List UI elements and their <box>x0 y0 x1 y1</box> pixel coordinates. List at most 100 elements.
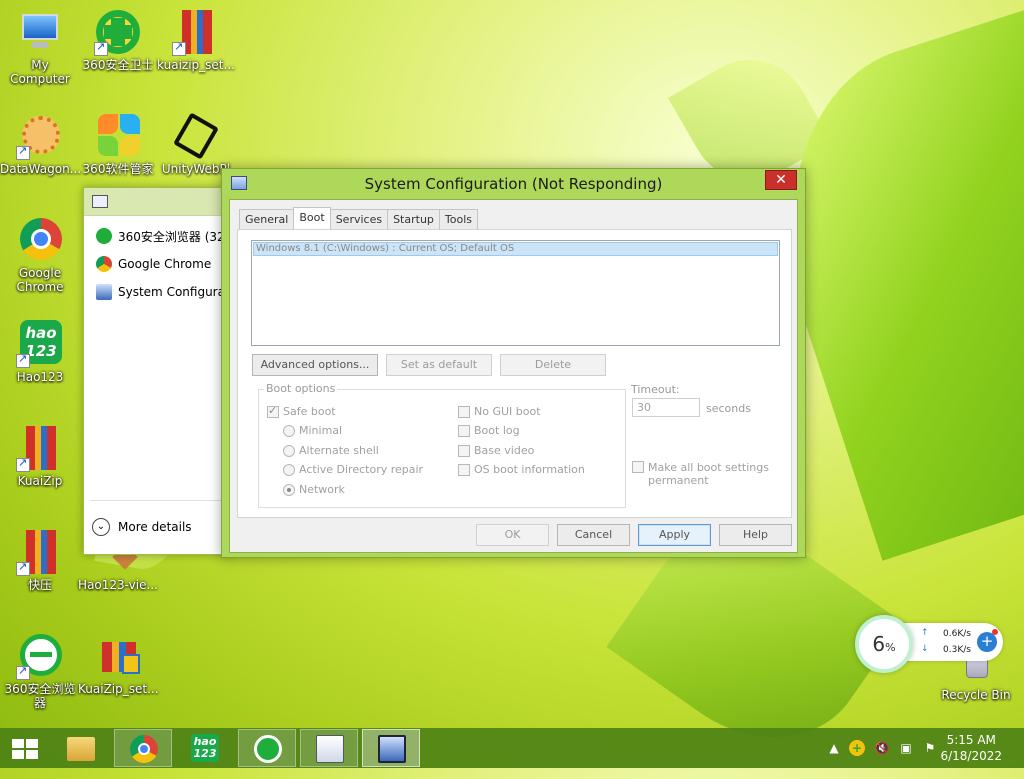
taskbar-google-chrome[interactable] <box>114 729 172 767</box>
desktop-icon-datawagon[interactable]: DataWagon... <box>0 112 82 176</box>
alternate-shell-radio[interactable]: Alternate shell <box>283 444 379 457</box>
radio-circle <box>283 424 295 437</box>
task-manager-window[interactable]: 360安全浏览器 (32 Google Chrome System Config… <box>83 187 233 555</box>
360-safe-tray-icon[interactable]: + <box>849 740 865 756</box>
desktop-icon-label: kuaizip_set... <box>157 58 235 72</box>
hao123-icon: hao 123 <box>191 734 219 762</box>
upload-speed: 0.6K/s <box>943 629 971 639</box>
desktop-icon-label: 360软件管家 <box>82 162 154 176</box>
checkbox-box <box>458 405 470 418</box>
dialog-body: General Boot Services Startup Tools Wind… <box>229 199 798 553</box>
hao123-icon: hao 123 <box>16 320 64 368</box>
360-safe-icon <box>94 8 142 56</box>
network-speed-widget[interactable]: ↑ 0.6K/s ↓ 0.3K/s + 6% <box>855 615 1005 673</box>
datawagon-icon <box>16 112 64 160</box>
desktop-icon-label: KuaiZip <box>17 474 63 488</box>
network-icon[interactable]: ▣ <box>898 740 914 756</box>
task-manager-row[interactable]: 360安全浏览器 (32 <box>84 222 232 250</box>
desktop-icon-hao123[interactable]: hao123 Hao123 <box>0 320 80 384</box>
ok-button[interactable]: OK <box>476 524 549 546</box>
timeout-input[interactable]: 30 <box>632 398 700 417</box>
desktop-icon-google-chrome[interactable]: Google Chrome <box>0 216 80 294</box>
os-boot-information-checkbox[interactable]: OS boot information <box>458 463 585 476</box>
safe-boot-checkbox[interactable]: Safe boot <box>267 404 336 418</box>
permanent-label-line2: permanent <box>648 474 709 487</box>
system-configuration-dialog[interactable]: System Configuration (Not Responding) ✕ … <box>221 168 806 558</box>
tab-tools[interactable]: Tools <box>438 209 479 229</box>
tab-general[interactable]: General <box>239 209 295 229</box>
boot-options-legend: Boot options <box>264 382 338 395</box>
kuaizip-setup-icon <box>94 632 142 680</box>
chrome-icon <box>130 735 158 763</box>
boot-log-checkbox[interactable]: Boot log <box>458 424 520 437</box>
os-list-item[interactable]: Windows 8.1 (C:\Windows) : Current OS; D… <box>253 242 778 256</box>
notification-dot <box>992 629 998 635</box>
taskbar-hao123[interactable]: hao 123 <box>176 729 234 767</box>
network-radio[interactable]: Network <box>283 483 345 496</box>
taskbar-file-explorer[interactable] <box>52 729 110 767</box>
action-center-flag-icon[interactable]: ⚑ <box>922 740 938 756</box>
volume-muted-icon[interactable]: 🔇 <box>874 740 890 756</box>
desktop-icon-kuaiya[interactable]: 快压 <box>0 528 80 592</box>
help-button[interactable]: Help <box>719 524 792 546</box>
active-directory-repair-radio[interactable]: Active Directory repair <box>283 463 423 476</box>
set-as-default-button[interactable]: Set as default <box>386 354 492 376</box>
task-manager-row-label: Google Chrome <box>118 257 212 271</box>
computer-icon <box>16 8 64 56</box>
os-list[interactable]: Windows 8.1 (C:\Windows) : Current OS; D… <box>251 240 780 346</box>
radio-circle <box>283 483 295 496</box>
desktop-icon-label: Hao123-vie... <box>78 578 158 592</box>
no-gui-boot-checkbox[interactable]: No GUI boot <box>458 405 541 418</box>
task-manager-row[interactable]: Google Chrome <box>84 250 232 278</box>
desktop-icon-360-software-manager[interactable]: 360软件管家 <box>78 112 158 176</box>
radio-label: Minimal <box>299 424 343 437</box>
taskbar-system-configuration[interactable] <box>362 729 420 767</box>
checkbox-box <box>458 444 470 457</box>
advanced-options-button[interactable]: Advanced options... <box>252 354 378 376</box>
desktop-icon-unity-web-player[interactable]: UnityWebPl <box>156 112 236 176</box>
tab-boot[interactable]: Boot <box>293 207 331 229</box>
task-manager-row[interactable]: System Configurati <box>84 278 232 306</box>
desktop-icon-kuaizip[interactable]: KuaiZip <box>0 424 80 488</box>
task-manager-row-label: 360安全浏览器 (32 <box>118 229 225 244</box>
cancel-button[interactable]: Cancel <box>557 524 630 546</box>
task-manager-titlebar[interactable] <box>84 188 232 216</box>
memory-usage-indicator[interactable]: 6% <box>855 615 913 673</box>
desktop-icon-kuaizip-setup[interactable]: kuaizip_set... <box>156 8 236 72</box>
kuaizip-setup-icon <box>172 8 220 56</box>
tab-startup[interactable]: Startup <box>387 209 440 229</box>
make-permanent-checkbox[interactable]: Make all boot settings permanent <box>632 461 769 487</box>
desktop-icon-360-browser[interactable]: 360安全浏览器 <box>0 632 80 710</box>
windows-logo-icon <box>12 739 38 759</box>
360-browser-icon <box>16 632 64 680</box>
permanent-label-line1: Make all boot settings <box>648 461 769 474</box>
radio-circle <box>283 463 295 476</box>
memory-usage-value: 6 <box>872 632 886 656</box>
desktop-icon-kuaizip-setup-2[interactable]: KuaiZip_set... <box>78 632 159 696</box>
tab-services[interactable]: Services <box>329 209 389 229</box>
desktop-icon-label: DataWagon... <box>0 162 82 176</box>
taskbar-task-manager[interactable] <box>300 729 358 767</box>
desktop-icon-my-computer[interactable]: My Computer <box>0 8 80 86</box>
desktop-icon-label: Recycle Bin <box>941 688 1011 702</box>
desktop-icon-360-safe[interactable]: 360安全卫士 <box>78 8 158 72</box>
chrome-icon <box>16 216 64 264</box>
delete-button[interactable]: Delete <box>500 354 606 376</box>
plus-icon[interactable]: + <box>977 632 997 652</box>
desktop-icon-label: 360安全浏览器 <box>4 682 76 710</box>
start-button[interactable] <box>0 729 48 767</box>
desktop-icon-label: Hao123 <box>16 370 64 384</box>
download-arrow-icon: ↓ <box>921 644 929 654</box>
checkbox-label: OS boot information <box>474 463 585 476</box>
taskbar-360-browser[interactable] <box>238 729 296 767</box>
more-details-button[interactable]: ⌄ More details <box>92 518 192 536</box>
minimal-radio[interactable]: Minimal <box>283 424 342 437</box>
base-video-checkbox[interactable]: Base video <box>458 444 534 457</box>
more-details-label: More details <box>118 520 192 534</box>
apply-button[interactable]: Apply <box>638 524 711 546</box>
radio-label: Active Directory repair <box>299 463 424 476</box>
clock[interactable]: 5:15 AM 6/18/2022 <box>940 732 1002 764</box>
show-hidden-icons-button[interactable]: ▲ <box>826 740 842 756</box>
close-button[interactable]: ✕ <box>765 170 797 190</box>
checkbox-box <box>458 424 470 437</box>
